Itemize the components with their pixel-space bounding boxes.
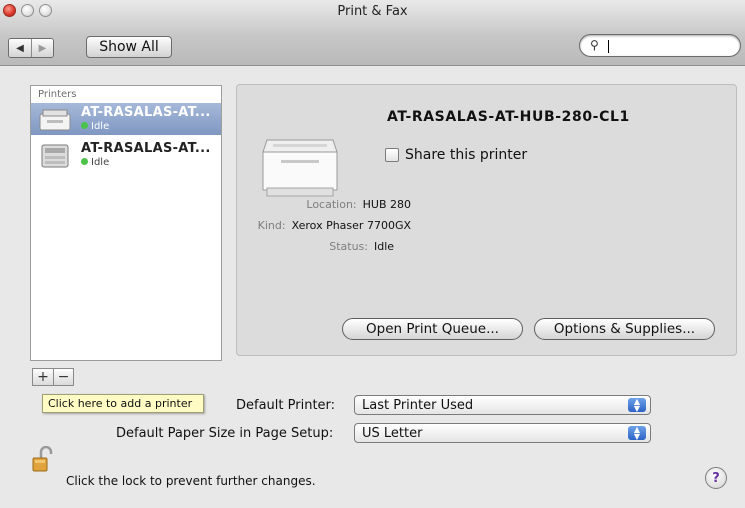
share-printer-option[interactable]: Share this printer — [385, 147, 527, 163]
info-row-status: Status: Idle — [236, 236, 411, 257]
printers-list-header: Printers — [38, 89, 77, 100]
status-dot-icon — [81, 122, 88, 129]
status-dot-icon — [81, 158, 88, 165]
printer-status: Idle — [81, 121, 109, 132]
printer-icon — [39, 109, 71, 131]
location-label: Location: — [306, 198, 357, 211]
status-value: Idle — [374, 240, 395, 253]
kind-value: Xerox Phaser 7700GX — [291, 219, 411, 232]
printer-status-text: Idle — [91, 121, 110, 132]
magnifier-icon: ⚲ — [590, 38, 599, 52]
default-paper-size-popup[interactable]: US Letter ▲ ▼ — [354, 423, 651, 443]
printer-list-item-selected[interactable]: AT-RASALAS-AT... Idle — [31, 103, 221, 135]
add-printer-tooltip: Click here to add a printer — [42, 394, 204, 413]
back-forward-control: ◀ ▶ — [8, 38, 54, 58]
default-paper-size-value: US Letter — [362, 425, 423, 441]
default-printer-value: Last Printer Used — [362, 397, 474, 413]
kind-label: Kind: — [257, 219, 286, 232]
printer-status-text: Idle — [91, 157, 110, 168]
share-printer-label: Share this printer — [405, 147, 528, 163]
popup-arrows-icon: ▲ ▼ — [628, 398, 646, 413]
printer-status: Idle — [81, 157, 109, 168]
back-button[interactable]: ◀ — [9, 39, 31, 57]
printer-list-item[interactable]: AT-RASALAS-AT... Idle — [31, 139, 221, 171]
lock-instruction-text: Click the lock to prevent further change… — [66, 474, 316, 488]
help-button[interactable]: ? — [705, 467, 727, 489]
popup-arrows-icon: ▲ ▼ — [628, 426, 646, 441]
unlocked-padlock-icon[interactable] — [32, 446, 54, 474]
status-label: Status: — [329, 240, 368, 253]
window-title: Print & Fax — [337, 4, 408, 19]
preferences-pane: Printers AT-RASALAS-AT... Idle AT-RASALA… — [0, 66, 745, 508]
forward-button[interactable]: ▶ — [31, 39, 53, 57]
printer-info: Location: HUB 280 Kind: Xerox Phaser 770… — [236, 194, 411, 257]
show-all-button[interactable]: Show All — [86, 36, 172, 58]
open-print-queue-button[interactable]: Open Print Queue... — [342, 318, 523, 340]
selected-printer-name: AT-RASALAS-AT-HUB-280-CL1 — [387, 109, 630, 125]
back-arrow-icon: ◀ — [16, 42, 24, 54]
window-titlebar: Print & Fax ◀ ▶ Show All ⚲ — [0, 0, 745, 66]
text-cursor — [608, 40, 609, 53]
laser-printer-icon — [41, 144, 69, 168]
printer-name: AT-RASALAS-AT... — [81, 105, 211, 120]
printer-name: AT-RASALAS-AT... — [81, 141, 211, 156]
remove-printer-button[interactable]: − — [53, 369, 73, 385]
printer-large-icon — [262, 139, 338, 197]
default-paper-size-label: Default Paper Size in Page Setup: — [116, 426, 334, 441]
forward-arrow-icon: ▶ — [38, 42, 47, 54]
default-printer-label: Default Printer: — [236, 398, 336, 413]
default-printer-popup[interactable]: Last Printer Used ▲ ▼ — [354, 395, 651, 415]
add-printer-button[interactable]: + — [33, 369, 53, 385]
search-field[interactable]: ⚲ — [579, 34, 741, 57]
add-remove-control: + − — [32, 368, 74, 386]
share-printer-checkbox[interactable] — [385, 148, 399, 162]
info-row-location: Location: HUB 280 — [236, 194, 411, 215]
options-supplies-button[interactable]: Options & Supplies... — [534, 318, 715, 340]
printers-list[interactable]: Printers AT-RASALAS-AT... Idle AT-RASALA… — [30, 85, 222, 361]
info-row-kind: Kind: Xerox Phaser 7700GX — [236, 215, 411, 236]
location-value: HUB 280 — [362, 198, 411, 211]
